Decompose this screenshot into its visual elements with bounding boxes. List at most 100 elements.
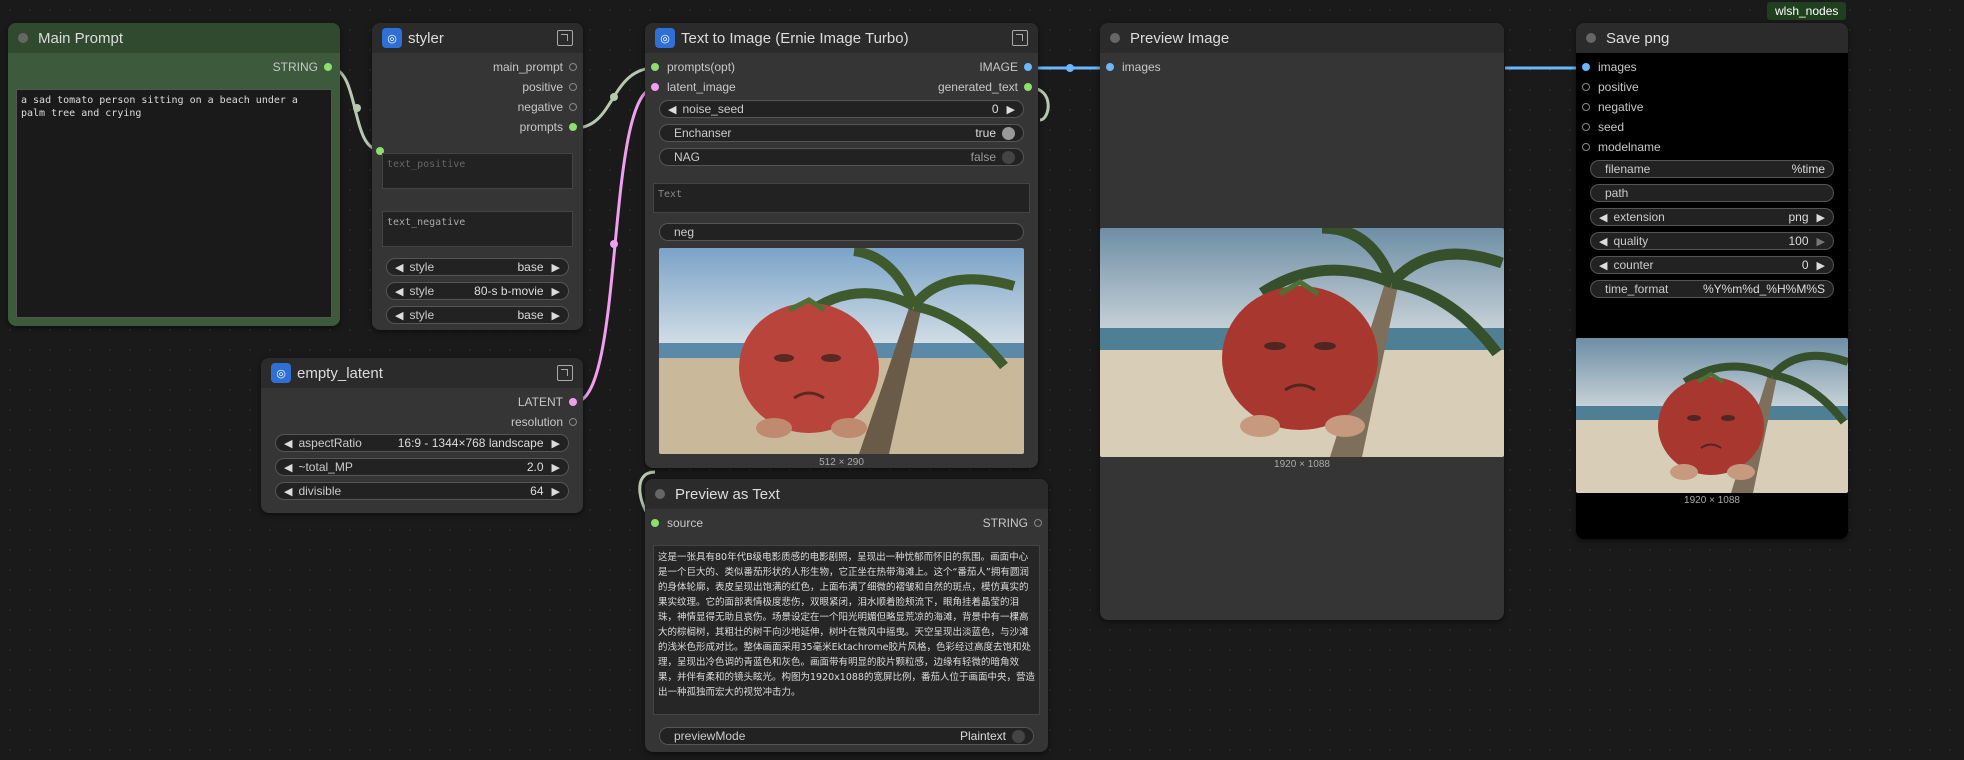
output-negative[interactable]: negative	[397, 99, 577, 115]
decrement-arrow-icon[interactable]: ◀	[1599, 235, 1607, 248]
extension-select[interactable]: ◀ extension png ▶	[1590, 208, 1834, 226]
quality-input[interactable]: ◀ quality 100 ▶	[1590, 232, 1834, 250]
increment-arrow-icon[interactable]: ▶	[552, 285, 560, 298]
preview-mode-toggle[interactable]: previewMode Plaintext	[659, 727, 1034, 745]
preview-as-text-node[interactable]: Preview as Text source STRING 这是一张具有80年代…	[645, 479, 1048, 752]
output-dot-icon[interactable]	[1034, 519, 1042, 527]
expand-icon[interactable]	[1012, 30, 1028, 46]
toggle-knob-icon[interactable]	[1012, 729, 1025, 743]
input-seed[interactable]: seed	[1582, 119, 1624, 135]
input-dot-icon[interactable]	[1582, 103, 1590, 111]
output-dot-icon[interactable]	[569, 123, 577, 131]
increment-arrow-icon[interactable]: ▶	[552, 485, 560, 498]
increment-arrow-icon[interactable]: ▶	[552, 309, 560, 322]
text-field[interactable]: Text	[653, 183, 1030, 213]
output-dot-icon[interactable]	[569, 63, 577, 71]
total-mp-input[interactable]: ◀ ~total_MP 2.0 ▶	[275, 458, 569, 476]
toggle-knob-icon[interactable]	[1002, 126, 1015, 140]
output-positive[interactable]: positive	[397, 79, 577, 95]
input-prompts[interactable]: prompts(opt)	[651, 59, 735, 75]
noise-seed-input[interactable]: ◀ noise_seed 0 ▶	[659, 100, 1024, 118]
collapse-dot-icon[interactable]	[18, 33, 28, 43]
enchanser-toggle[interactable]: Enchanser true	[659, 124, 1024, 142]
input-dot-icon[interactable]	[1582, 143, 1590, 151]
output-string[interactable]: STRING	[892, 515, 1042, 531]
input-dot-icon[interactable]	[1582, 123, 1590, 131]
output-resolution[interactable]: resolution	[377, 414, 577, 430]
increment-arrow-icon[interactable]: ▶	[552, 461, 560, 474]
collapse-dot-icon[interactable]	[1110, 33, 1120, 43]
output-dot-icon[interactable]	[569, 418, 577, 426]
decrement-arrow-icon[interactable]: ◀	[395, 309, 403, 322]
input-latent-image[interactable]: latent_image	[651, 79, 736, 95]
save-png-node[interactable]: Save png images positive negative seed m…	[1576, 23, 1848, 539]
expand-icon[interactable]	[557, 365, 573, 381]
nag-toggle[interactable]: NAG false	[659, 148, 1024, 166]
decrement-arrow-icon[interactable]: ◀	[395, 285, 403, 298]
styler-header[interactable]: ◎ styler	[372, 23, 583, 53]
input-dot-icon[interactable]	[651, 519, 659, 527]
collapse-dot-icon[interactable]	[655, 489, 665, 499]
text-to-image-node[interactable]: ◎ Text to Image (Ernie Image Turbo) prom…	[645, 23, 1038, 468]
toggle-knob-icon[interactable]	[1002, 150, 1015, 164]
decrement-arrow-icon[interactable]: ◀	[668, 103, 676, 116]
input-dot-icon[interactable]	[651, 83, 659, 91]
output-main-prompt[interactable]: main_prompt	[397, 59, 577, 75]
input-dot-icon[interactable]	[1106, 63, 1114, 71]
preview-image-node[interactable]: Preview Image images 1920 × 1088	[1100, 23, 1504, 620]
divisible-input[interactable]: ◀ divisible 64 ▶	[275, 482, 569, 500]
decrement-arrow-icon[interactable]: ◀	[284, 461, 292, 474]
empty-latent-node[interactable]: ◎ empty_latent LATENT resolution ◀ aspect…	[261, 358, 583, 513]
output-dot-icon[interactable]	[324, 63, 332, 71]
input-positive[interactable]: positive	[1582, 79, 1639, 95]
style-select-3[interactable]: ◀ style base ▶	[386, 306, 569, 324]
decrement-arrow-icon[interactable]: ◀	[395, 261, 403, 274]
collapse-dot-icon[interactable]	[1586, 33, 1596, 43]
output-latent[interactable]: LATENT	[377, 394, 577, 410]
increment-arrow-icon[interactable]: ▶	[1817, 235, 1825, 248]
text-to-image-header[interactable]: ◎ Text to Image (Ernie Image Turbo)	[645, 23, 1038, 53]
output-generated-text[interactable]: generated_text	[882, 79, 1032, 95]
prompt-textarea[interactable]: a sad tomato person sitting on a beach u…	[16, 89, 332, 318]
output-dot-icon[interactable]	[1024, 63, 1032, 71]
decrement-arrow-icon[interactable]: ◀	[1599, 211, 1607, 224]
input-source[interactable]: source	[651, 515, 703, 531]
increment-arrow-icon[interactable]: ▶	[552, 261, 560, 274]
preview-as-text-header[interactable]: Preview as Text	[645, 479, 1048, 509]
input-dot-icon[interactable]	[1582, 63, 1590, 71]
input-negative[interactable]: negative	[1582, 99, 1643, 115]
text-positive-field[interactable]: text_positive	[382, 153, 573, 189]
input-dot-icon[interactable]	[651, 63, 659, 71]
empty-latent-header[interactable]: ◎ empty_latent	[261, 358, 583, 388]
increment-arrow-icon[interactable]: ▶	[1817, 211, 1825, 224]
counter-input[interactable]: ◀ counter 0 ▶	[1590, 256, 1834, 274]
text-negative-field[interactable]: text_negative	[382, 211, 573, 247]
output-prompts[interactable]: prompts	[397, 119, 577, 135]
filename-field[interactable]: filename %time	[1590, 160, 1834, 178]
input-images[interactable]: images	[1582, 59, 1637, 75]
path-field[interactable]: path	[1590, 184, 1834, 202]
styler-node[interactable]: ◎ styler main_prompt positive negative p…	[372, 23, 583, 330]
decrement-arrow-icon[interactable]: ◀	[284, 437, 292, 450]
style-select-2[interactable]: ◀ style 80-s b-movie ▶	[386, 282, 569, 300]
output-dot-icon[interactable]	[569, 103, 577, 111]
aspect-ratio-select[interactable]: ◀ aspectRatio 16:9 - 1344×768 landscape ▶	[275, 434, 569, 452]
output-image[interactable]: IMAGE	[882, 59, 1032, 75]
main-prompt-node[interactable]: Main Prompt STRING a sad tomato person s…	[8, 23, 340, 326]
decrement-arrow-icon[interactable]: ◀	[284, 485, 292, 498]
input-modelname[interactable]: modelname	[1582, 139, 1661, 155]
increment-arrow-icon[interactable]: ▶	[552, 437, 560, 450]
expand-icon[interactable]	[557, 30, 573, 46]
output-dot-icon[interactable]	[569, 398, 577, 406]
main-prompt-header[interactable]: Main Prompt	[8, 23, 340, 53]
increment-arrow-icon[interactable]: ▶	[1007, 103, 1015, 116]
output-string[interactable]: STRING	[182, 59, 332, 75]
preview-image-header[interactable]: Preview Image	[1100, 23, 1504, 53]
increment-arrow-icon[interactable]: ▶	[1817, 259, 1825, 272]
input-images[interactable]: images	[1106, 59, 1161, 75]
output-dot-icon[interactable]	[1024, 83, 1032, 91]
style-select-1[interactable]: ◀ style base ▶	[386, 258, 569, 276]
neg-field[interactable]: neg	[659, 223, 1024, 241]
decrement-arrow-icon[interactable]: ◀	[1599, 259, 1607, 272]
time-format-field[interactable]: time_format %Y%m%d_%H%M%S	[1590, 280, 1834, 298]
